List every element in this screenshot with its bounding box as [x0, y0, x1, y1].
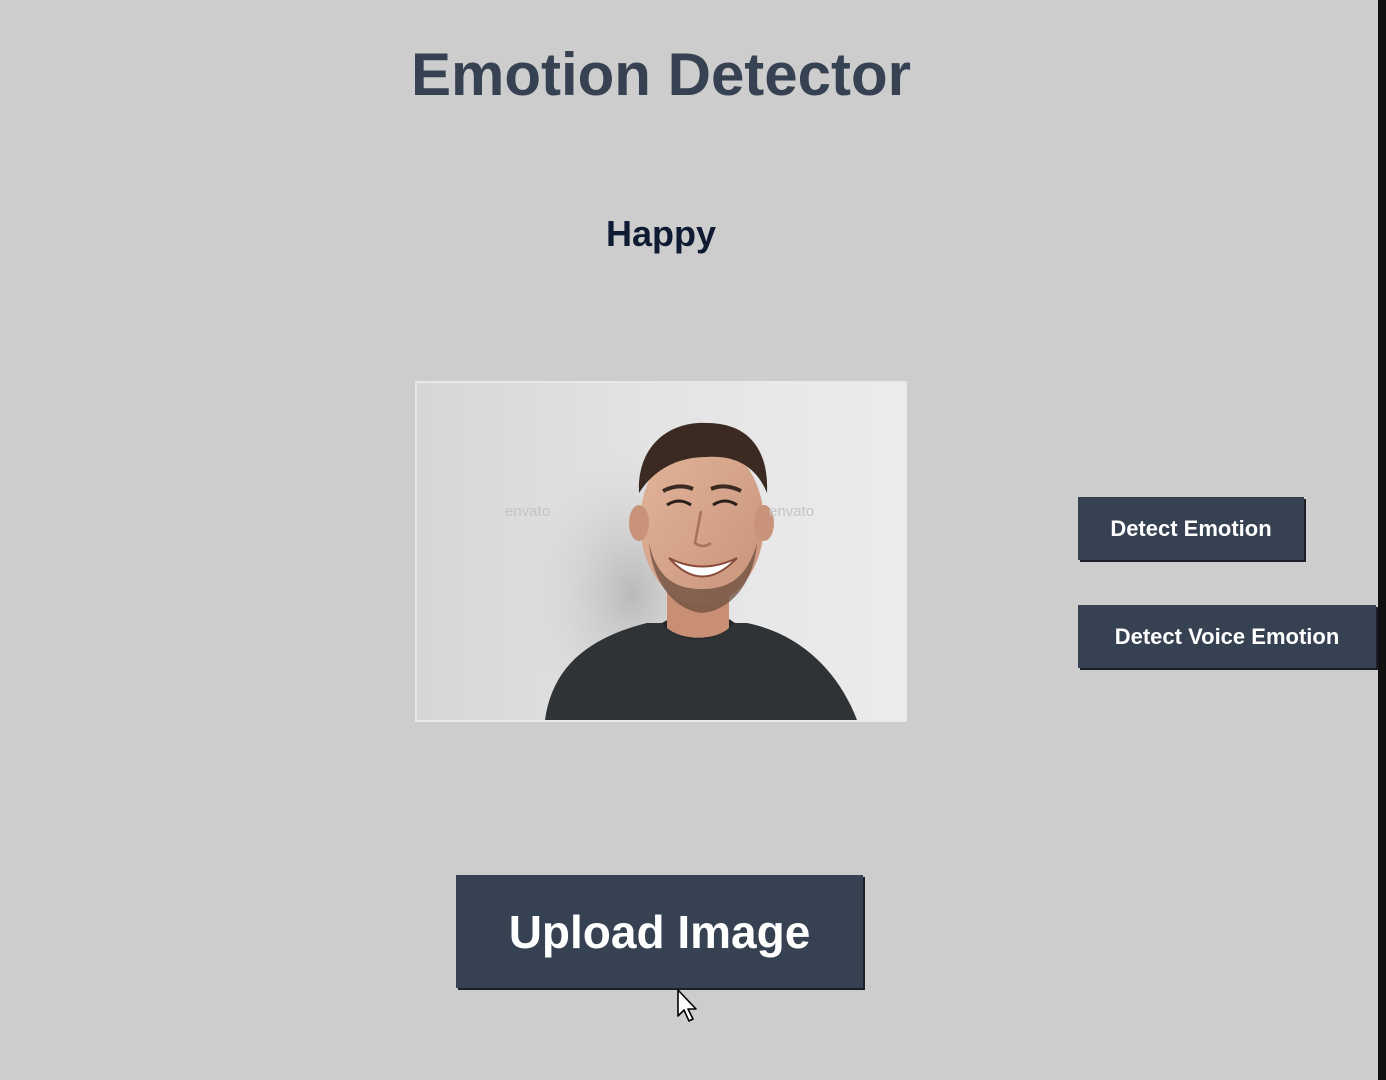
watermark-right: envato: [769, 503, 814, 520]
window-edge: [1378, 0, 1386, 1080]
app-window: Emotion Detector Happy envato envato Det…: [0, 0, 1386, 1080]
mouse-pointer-icon: [676, 988, 702, 1024]
watermark-left: envato: [505, 503, 550, 520]
emotion-result-label: Happy: [605, 213, 717, 254]
detect-voice-emotion-button[interactable]: Detect Voice Emotion: [1078, 605, 1376, 668]
upload-image-button[interactable]: Upload Image: [456, 875, 863, 988]
uploaded-image: envato envato: [415, 381, 907, 722]
detect-emotion-button[interactable]: Detect Emotion: [1078, 497, 1304, 560]
page-title: Emotion Detector: [410, 41, 912, 108]
